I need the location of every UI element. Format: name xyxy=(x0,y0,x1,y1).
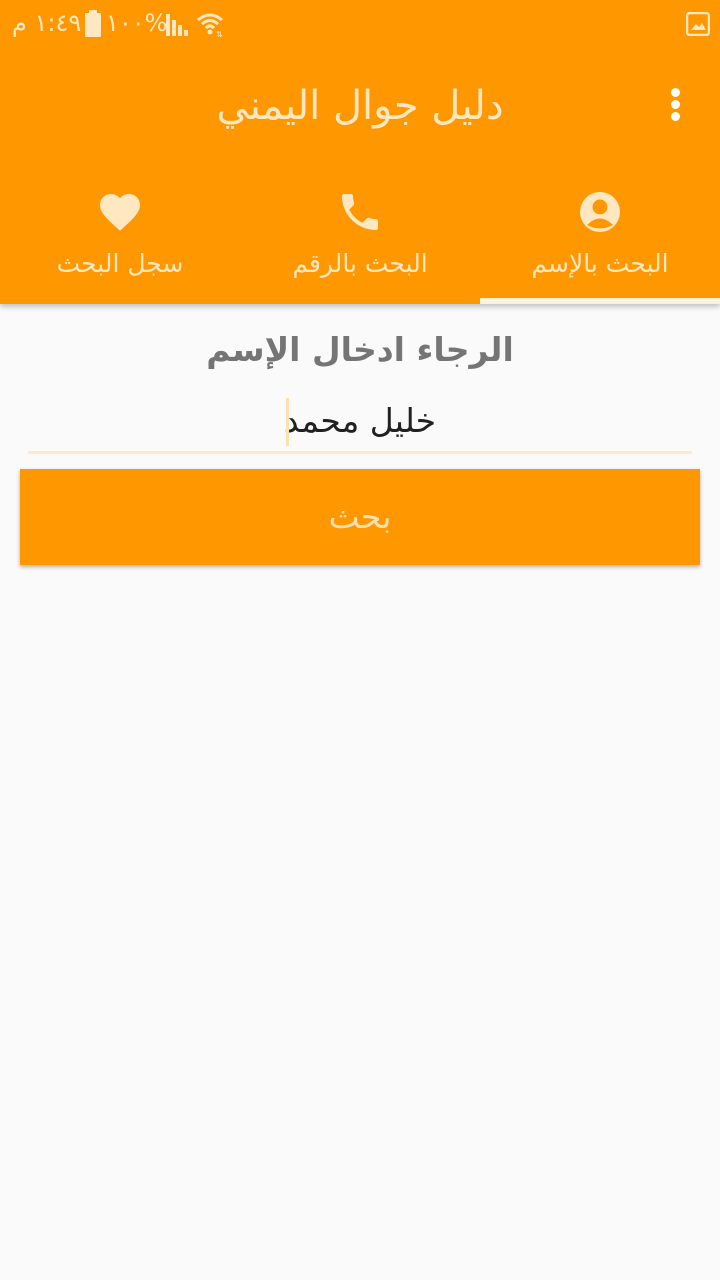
battery-icon xyxy=(84,10,102,42)
gallery-notification-icon xyxy=(685,11,711,40)
person-icon xyxy=(576,188,624,236)
signal-icon xyxy=(164,12,192,42)
battery-percentage: %١٠٠ xyxy=(106,9,168,37)
text-cursor xyxy=(286,398,289,446)
tab-label: البحث بالرقم xyxy=(292,249,428,278)
search-button[interactable]: بحث xyxy=(20,469,700,565)
selected-tab-indicator xyxy=(480,298,720,304)
name-prompt-label: الرجاء ادخال الإسم xyxy=(206,330,514,369)
name-input[interactable] xyxy=(28,396,692,446)
phone-icon xyxy=(336,188,384,236)
app-header: ١:٤٩ م %١٠٠ ⇅ دليل جوال اليمني البحث بال… xyxy=(0,0,720,304)
wifi-icon: ⇅ xyxy=(196,10,224,42)
tab-label: سجل البحث xyxy=(56,249,184,278)
tab-label: البحث بالإسم xyxy=(531,249,669,278)
heart-icon xyxy=(96,188,144,236)
tab-search-by-name[interactable]: البحث بالإسم xyxy=(480,176,720,304)
name-input-underline xyxy=(28,451,692,454)
app-title: دليل جوال اليمني xyxy=(216,83,504,129)
svg-text:⇅: ⇅ xyxy=(216,30,223,38)
status-time: ١:٤٩ م xyxy=(12,9,82,37)
more-options-button[interactable] xyxy=(656,80,696,128)
tab-search-by-number[interactable]: البحث بالرقم xyxy=(240,176,480,304)
tab-search-history[interactable]: سجل البحث xyxy=(0,176,240,304)
status-bar: ١:٤٩ م %١٠٠ ⇅ xyxy=(0,0,720,48)
